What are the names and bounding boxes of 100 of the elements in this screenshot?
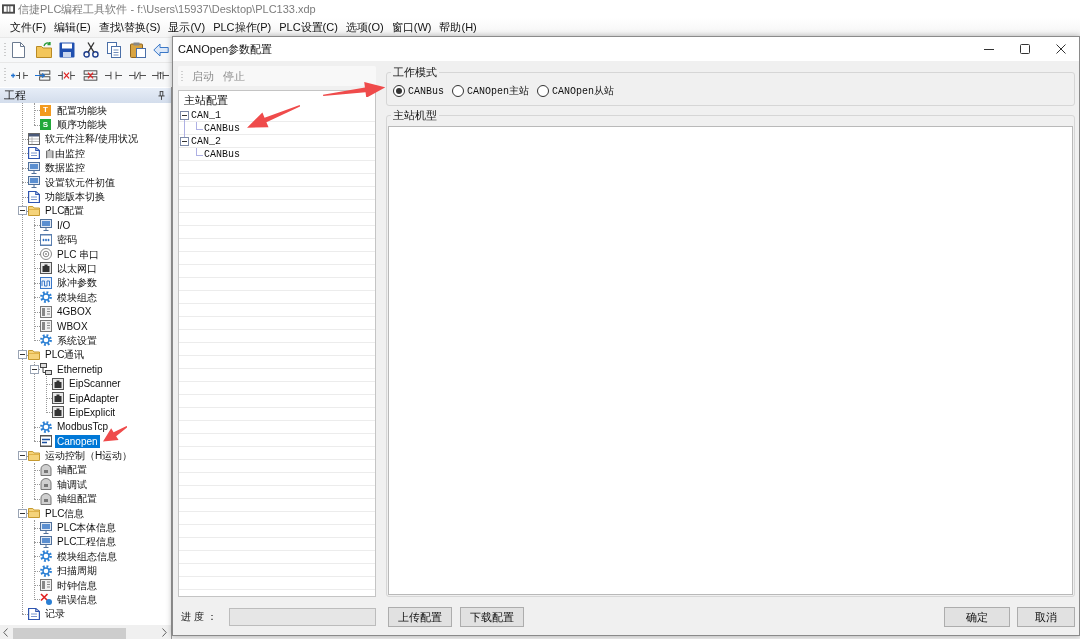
network-port-icon: [52, 392, 64, 404]
tree-item[interactable]: PLC工程信息: [55, 535, 119, 549]
cancel-button[interactable]: 取消: [1017, 607, 1075, 627]
radio-option[interactable]: CANBus: [393, 85, 444, 97]
gear-icon: [40, 564, 52, 577]
maximize-icon: [1020, 44, 1030, 54]
gear-icon: [40, 550, 52, 563]
collapse-icon[interactable]: [29, 364, 39, 374]
menu-item[interactable]: 帮助(H): [438, 20, 478, 35]
document-icon: [28, 147, 40, 160]
monitor-icon: [40, 219, 52, 232]
tree-item[interactable]: 轴调试: [55, 477, 89, 491]
open-folder-icon[interactable]: [35, 42, 52, 58]
error-icon: [40, 593, 52, 606]
menu-item[interactable]: 窗口(W): [390, 20, 433, 35]
tree-item[interactable]: WBOX: [55, 319, 90, 333]
tree-item[interactable]: 自由监控: [43, 146, 87, 160]
slashed-contact-icon[interactable]: [128, 69, 146, 81]
menu-item[interactable]: 显示(V): [167, 20, 207, 35]
tree-item[interactable]: Canopen: [55, 434, 100, 448]
radio-option[interactable]: CANOpen主站: [452, 84, 530, 98]
tree-item[interactable]: I/O: [55, 218, 73, 232]
menu-item[interactable]: 查找\替换(S): [97, 20, 162, 35]
tree-item[interactable]: PLC 串口: [55, 247, 102, 261]
motor-icon: [40, 492, 52, 505]
tree-item[interactable]: 4GBOX: [55, 305, 94, 319]
tree-item[interactable]: ModbusTcp: [55, 420, 111, 434]
tree-item[interactable]: CAN_1: [191, 109, 221, 122]
ok-button[interactable]: 确定: [944, 607, 1010, 627]
tree-item[interactable]: 时钟信息: [55, 578, 99, 592]
tree-item[interactable]: EipScanner: [67, 377, 123, 391]
tree-item[interactable]: 错误信息: [55, 592, 99, 606]
menu-item[interactable]: 文件(F): [9, 20, 48, 35]
insert-contact-icon[interactable]: [11, 69, 28, 81]
delete-row-icon[interactable]: [81, 69, 99, 81]
scrollbar-thumb[interactable]: [13, 628, 126, 639]
collapse-icon[interactable]: [17, 508, 27, 518]
tree-item[interactable]: EipAdapter: [67, 391, 121, 405]
gear-icon: [40, 291, 52, 304]
save-icon[interactable]: [59, 42, 75, 58]
tree-item[interactable]: 运动控制（H运动）: [43, 449, 135, 463]
tree-header: 主站配置: [183, 93, 229, 108]
copy-icon[interactable]: [106, 42, 122, 58]
tree-item[interactable]: 顺序功能块: [55, 118, 109, 132]
tree-item[interactable]: 脉冲参数: [55, 276, 99, 290]
menu-item[interactable]: 编辑(E): [53, 20, 92, 35]
tree-item[interactable]: CAN_2: [191, 135, 221, 148]
minimize-icon: [984, 48, 994, 50]
download-config-button[interactable]: 下载配置: [460, 607, 524, 627]
insert-row-icon[interactable]: [34, 69, 52, 81]
tree-item[interactable]: 软元件注释/使用状况: [43, 132, 140, 146]
menu-item[interactable]: 选项(O): [344, 20, 385, 35]
collapse-icon[interactable]: [17, 350, 27, 360]
tree-item[interactable]: PLC配置: [43, 204, 87, 218]
paste-icon[interactable]: [129, 42, 146, 58]
pin-icon[interactable]: [158, 91, 165, 100]
collapse-icon[interactable]: [180, 111, 189, 120]
panel-title: 工程: [4, 88, 26, 103]
new-file-icon[interactable]: [12, 42, 25, 58]
tree-item[interactable]: 轴组配置: [55, 492, 99, 506]
folder-icon: [28, 349, 40, 360]
back-arrow-icon[interactable]: [153, 42, 169, 58]
scroll-right-icon[interactable]: [162, 627, 167, 637]
gear-icon: [40, 334, 52, 347]
horizontal-scrollbar[interactable]: [0, 625, 171, 639]
menu-item[interactable]: PLC设置(C): [278, 20, 339, 35]
monitor-icon: [28, 161, 40, 174]
dialog-title: CANOpen参数配置: [178, 41, 273, 57]
scroll-left-icon[interactable]: [3, 627, 8, 637]
tree-item[interactable]: 设置软元件初值: [43, 175, 117, 189]
tree-item[interactable]: 系统设置: [55, 333, 99, 347]
tree-item[interactable]: CANBus: [204, 148, 240, 161]
tree-item[interactable]: 模块组态: [55, 290, 99, 304]
collapse-icon[interactable]: [180, 137, 189, 146]
tree-item[interactable]: 记录: [43, 607, 67, 621]
tree-item[interactable]: 轴配置: [55, 463, 89, 477]
tree-item[interactable]: 扫描周期: [55, 564, 99, 578]
tree-item[interactable]: 模块组态信息: [55, 549, 119, 563]
tree-item[interactable]: 数据监控: [43, 161, 87, 175]
cut-icon[interactable]: [82, 42, 99, 58]
tree-item[interactable]: 功能版本切换: [43, 190, 107, 204]
tree-item[interactable]: PLC通讯: [43, 348, 87, 362]
edge-contact-icon[interactable]: [152, 69, 169, 81]
device-icon: [40, 579, 52, 592]
tree-item[interactable]: PLC本体信息: [55, 521, 119, 534]
network-port-icon: [52, 406, 64, 419]
menu-item[interactable]: PLC操作(P): [212, 20, 273, 35]
tree-item[interactable]: 以太网口: [55, 262, 99, 275]
tree-item[interactable]: CANBus: [204, 122, 240, 135]
radio-option[interactable]: CANOpen从站: [537, 84, 615, 98]
tree-item[interactable]: PLC信息: [43, 506, 87, 520]
contact-icon[interactable]: [105, 69, 122, 81]
upload-config-button[interactable]: 上传配置: [388, 607, 452, 627]
delete-contact-icon[interactable]: [58, 69, 75, 81]
collapse-icon[interactable]: [17, 206, 27, 216]
collapse-icon[interactable]: [17, 451, 27, 461]
tree-item[interactable]: EipExplicit: [67, 405, 118, 419]
tree-item[interactable]: 密码: [55, 233, 79, 247]
tree-item[interactable]: Ethernetip: [55, 362, 105, 376]
tree-item[interactable]: 配置功能块: [55, 103, 109, 117]
